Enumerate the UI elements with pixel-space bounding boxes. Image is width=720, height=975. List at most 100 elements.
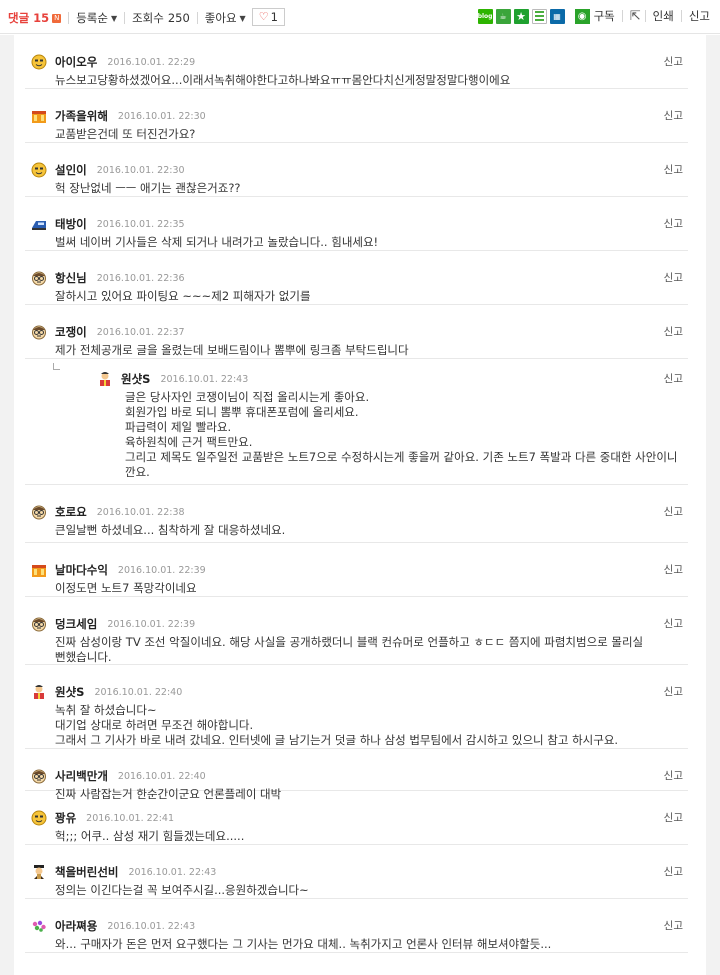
toolbar-right: blog ☕ ★ ▦ ◉ 구독 ⇱ 인쇄 신고 bbox=[475, 8, 710, 24]
comment-item: 원샷S 2016.10.01. 22:40 녹취 잘 하셨습니다~ 대기업 상대로 하… bbox=[25, 665, 688, 749]
comment-body: 교품받은건데 또 터진건가요? bbox=[25, 127, 688, 142]
comment-author[interactable]: 태방이 bbox=[55, 216, 87, 232]
comment-author[interactable]: 덩크세임 bbox=[55, 616, 97, 632]
comment-author[interactable]: 항신님 bbox=[55, 270, 87, 286]
comment-body: 글은 당사자인 코쟁이님이 직접 올리시는게 좋아요. 회원가입 바로 되니 뽐뿌… bbox=[125, 390, 688, 480]
comment-header: 원샷S 2016.10.01. 22:40 bbox=[25, 684, 688, 700]
caret-down-icon: ▼ bbox=[239, 13, 246, 23]
comment-text-line: 그리고 제목도 일주일전 교품받은 노트7으로 수정하시는게 좋을꺼 같아요. … bbox=[125, 450, 678, 464]
grid-share-icon[interactable]: ▦ bbox=[549, 8, 565, 24]
blog-share-icon[interactable]: blog bbox=[477, 8, 493, 24]
comment-body: 진짜 삼성이랑 TV 조선 악질이네요. 해당 사실을 공개하랬더니 블랙 컨슈… bbox=[25, 635, 688, 665]
person-icon[interactable] bbox=[97, 371, 113, 387]
print-button[interactable]: 인쇄 bbox=[653, 8, 674, 24]
comment-date: 2016.10.01. 22:37 bbox=[96, 326, 185, 338]
crown-icon[interactable] bbox=[31, 108, 47, 124]
comment-author[interactable]: 책을버린선비 bbox=[55, 864, 118, 880]
comment-text-line: 뻔했습니다. bbox=[55, 650, 112, 664]
glasses-face-icon[interactable] bbox=[31, 270, 47, 286]
smiley-icon[interactable] bbox=[31, 810, 47, 826]
toolbar-left: 댓글 15 N 등록순 ▼ 조회수 250 좋아요 ▼ ♡ 1 bbox=[8, 7, 285, 26]
comment-header: 호로요 2016.10.01. 22:38 bbox=[25, 504, 688, 520]
report-button[interactable]: 신고 bbox=[664, 562, 683, 577]
comment-author[interactable]: 날마다수익 bbox=[55, 562, 108, 578]
comment-date: 2016.10.01. 22:39 bbox=[117, 564, 206, 576]
sort-dropdown[interactable]: 등록순 ▼ bbox=[76, 10, 117, 26]
comment-date: 2016.10.01. 22:40 bbox=[94, 686, 183, 698]
report-button[interactable]: 신고 bbox=[664, 684, 683, 699]
report-button[interactable]: 신고 bbox=[664, 504, 683, 519]
subscribe-button[interactable]: 구독 bbox=[594, 8, 615, 24]
comment-author[interactable]: 꽝유 bbox=[55, 810, 76, 826]
divider bbox=[680, 10, 682, 22]
comment-item: 항신님 2016.10.01. 22:36 잘하시고 있어요 파이팅요 ~~~제2 … bbox=[25, 251, 688, 305]
reply-arrow-icon bbox=[53, 363, 60, 370]
person-icon[interactable] bbox=[31, 684, 47, 700]
smiley-icon[interactable] bbox=[31, 54, 47, 70]
comment-count[interactable]: 15 bbox=[33, 11, 49, 25]
train-icon[interactable] bbox=[31, 216, 47, 232]
comment-label[interactable]: 댓글 bbox=[8, 10, 29, 26]
crown-icon[interactable] bbox=[31, 562, 47, 578]
report-button[interactable]: 신고 bbox=[664, 864, 683, 879]
comment-body: 헉 장난없네 ㅡㅡ 애기는 괜찮은거죠?? bbox=[25, 181, 688, 196]
comment-date: 2016.10.01. 22:43 bbox=[128, 866, 217, 878]
cafe-share-icon[interactable]: ☕ bbox=[495, 8, 511, 24]
comment-author[interactable]: 아이오우 bbox=[55, 54, 97, 70]
reply-inner: 원샷S 2016.10.01. 22:43 글은 당사자인 코쟁이님이 직접 올리시… bbox=[55, 371, 688, 480]
band-share-icon[interactable] bbox=[531, 8, 547, 24]
report-button[interactable]: 신고 bbox=[664, 270, 683, 285]
share-icon[interactable]: ⇱ bbox=[630, 9, 641, 24]
glasses-face-icon[interactable] bbox=[31, 616, 47, 632]
comment-item: 설인이 2016.10.01. 22:30 헉 장난없네 ㅡㅡ 애기는 괜찮은거죠?… bbox=[25, 143, 688, 197]
report-button[interactable]: 신고 bbox=[664, 768, 683, 783]
report-button[interactable]: 신고 bbox=[664, 371, 683, 386]
comment-toolbar: 댓글 15 N 등록순 ▼ 조회수 250 좋아요 ▼ ♡ 1 blog ☕ ★… bbox=[0, 0, 720, 34]
comment-body: 이정도면 노트7 폭망각이네요 bbox=[25, 581, 688, 596]
report-button[interactable]: 신고 bbox=[664, 216, 683, 231]
flower-icon[interactable] bbox=[31, 918, 47, 934]
comment-header: 사리백만개 2016.10.01. 22:40 bbox=[25, 768, 688, 784]
comment-item: 아이오우 2016.10.01. 22:29 뉴스보고당황하셨겠어요...이래서녹취… bbox=[25, 35, 688, 89]
glasses-face-icon[interactable] bbox=[31, 768, 47, 784]
comment-header: 원샷S 2016.10.01. 22:43 bbox=[97, 371, 688, 387]
comment-author[interactable]: 아라쪄용 bbox=[55, 918, 97, 934]
comment-item: 책을버린선비 2016.10.01. 22:43 정의는 이긴다는걸 꼭 보여주시길… bbox=[25, 845, 688, 899]
heart-button[interactable]: ♡ 1 bbox=[251, 7, 285, 26]
comment-header: 가족을위해 2016.10.01. 22:30 bbox=[25, 108, 688, 124]
report-button[interactable]: 신고 bbox=[664, 918, 683, 933]
rss-icon[interactable]: ◉ bbox=[574, 8, 590, 24]
comment-author[interactable]: 가족을위해 bbox=[55, 108, 108, 124]
report-button[interactable]: 신고 bbox=[664, 108, 683, 123]
smiley-icon[interactable] bbox=[31, 162, 47, 178]
glasses-face-icon[interactable] bbox=[31, 324, 47, 340]
scrollbar-track[interactable] bbox=[706, 35, 720, 975]
comment-author[interactable]: 코쟁이 bbox=[55, 324, 87, 340]
star-share-icon[interactable]: ★ bbox=[513, 8, 529, 24]
comment-body: 정의는 이긴다는걸 꼭 보여주시길...응원하겠습니다~ bbox=[25, 883, 688, 898]
like-dropdown[interactable]: 좋아요 ▼ bbox=[205, 10, 246, 26]
glasses-face-icon[interactable] bbox=[31, 504, 47, 520]
report-button[interactable]: 신고 bbox=[664, 54, 683, 69]
report-button[interactable]: 신고 bbox=[664, 810, 683, 825]
comment-author[interactable]: 원샷S bbox=[55, 684, 84, 700]
heart-count: 1 bbox=[270, 9, 278, 24]
comment-date: 2016.10.01. 22:38 bbox=[96, 506, 185, 518]
comment-item: 날마다수익 2016.10.01. 22:39 이정도면 노트7 폭망각이네요 신고 bbox=[25, 543, 688, 597]
comment-author[interactable]: 설인이 bbox=[55, 162, 87, 178]
comment-author[interactable]: 사리백만개 bbox=[55, 768, 108, 784]
comment-text-line: 제가 전체공개로 글을 올렸는데 보배드림이나 뽐뿌에 링크좀 부탁드립니다 bbox=[55, 343, 409, 357]
report-button[interactable]: 신고 bbox=[664, 324, 683, 339]
comment-date: 2016.10.01. 22:40 bbox=[117, 770, 206, 782]
report-button[interactable]: 신고 bbox=[664, 616, 683, 631]
comment-author[interactable]: 원샷S bbox=[121, 371, 150, 387]
views: 조회수 250 bbox=[132, 10, 190, 26]
divider bbox=[644, 10, 646, 22]
comment-text-line: 대기업 상대로 하려면 무조건 해야합니다. bbox=[55, 718, 254, 732]
comment-header: 날마다수익 2016.10.01. 22:39 bbox=[25, 562, 688, 578]
comment-item: 덩크세임 2016.10.01. 22:39 진짜 삼성이랑 TV 조선 악질이네요… bbox=[25, 597, 688, 665]
report-button[interactable]: 신고 bbox=[664, 162, 683, 177]
scholar-icon[interactable] bbox=[31, 864, 47, 880]
report-post-button[interactable]: 신고 bbox=[689, 8, 710, 24]
comment-author[interactable]: 호로요 bbox=[55, 504, 87, 520]
